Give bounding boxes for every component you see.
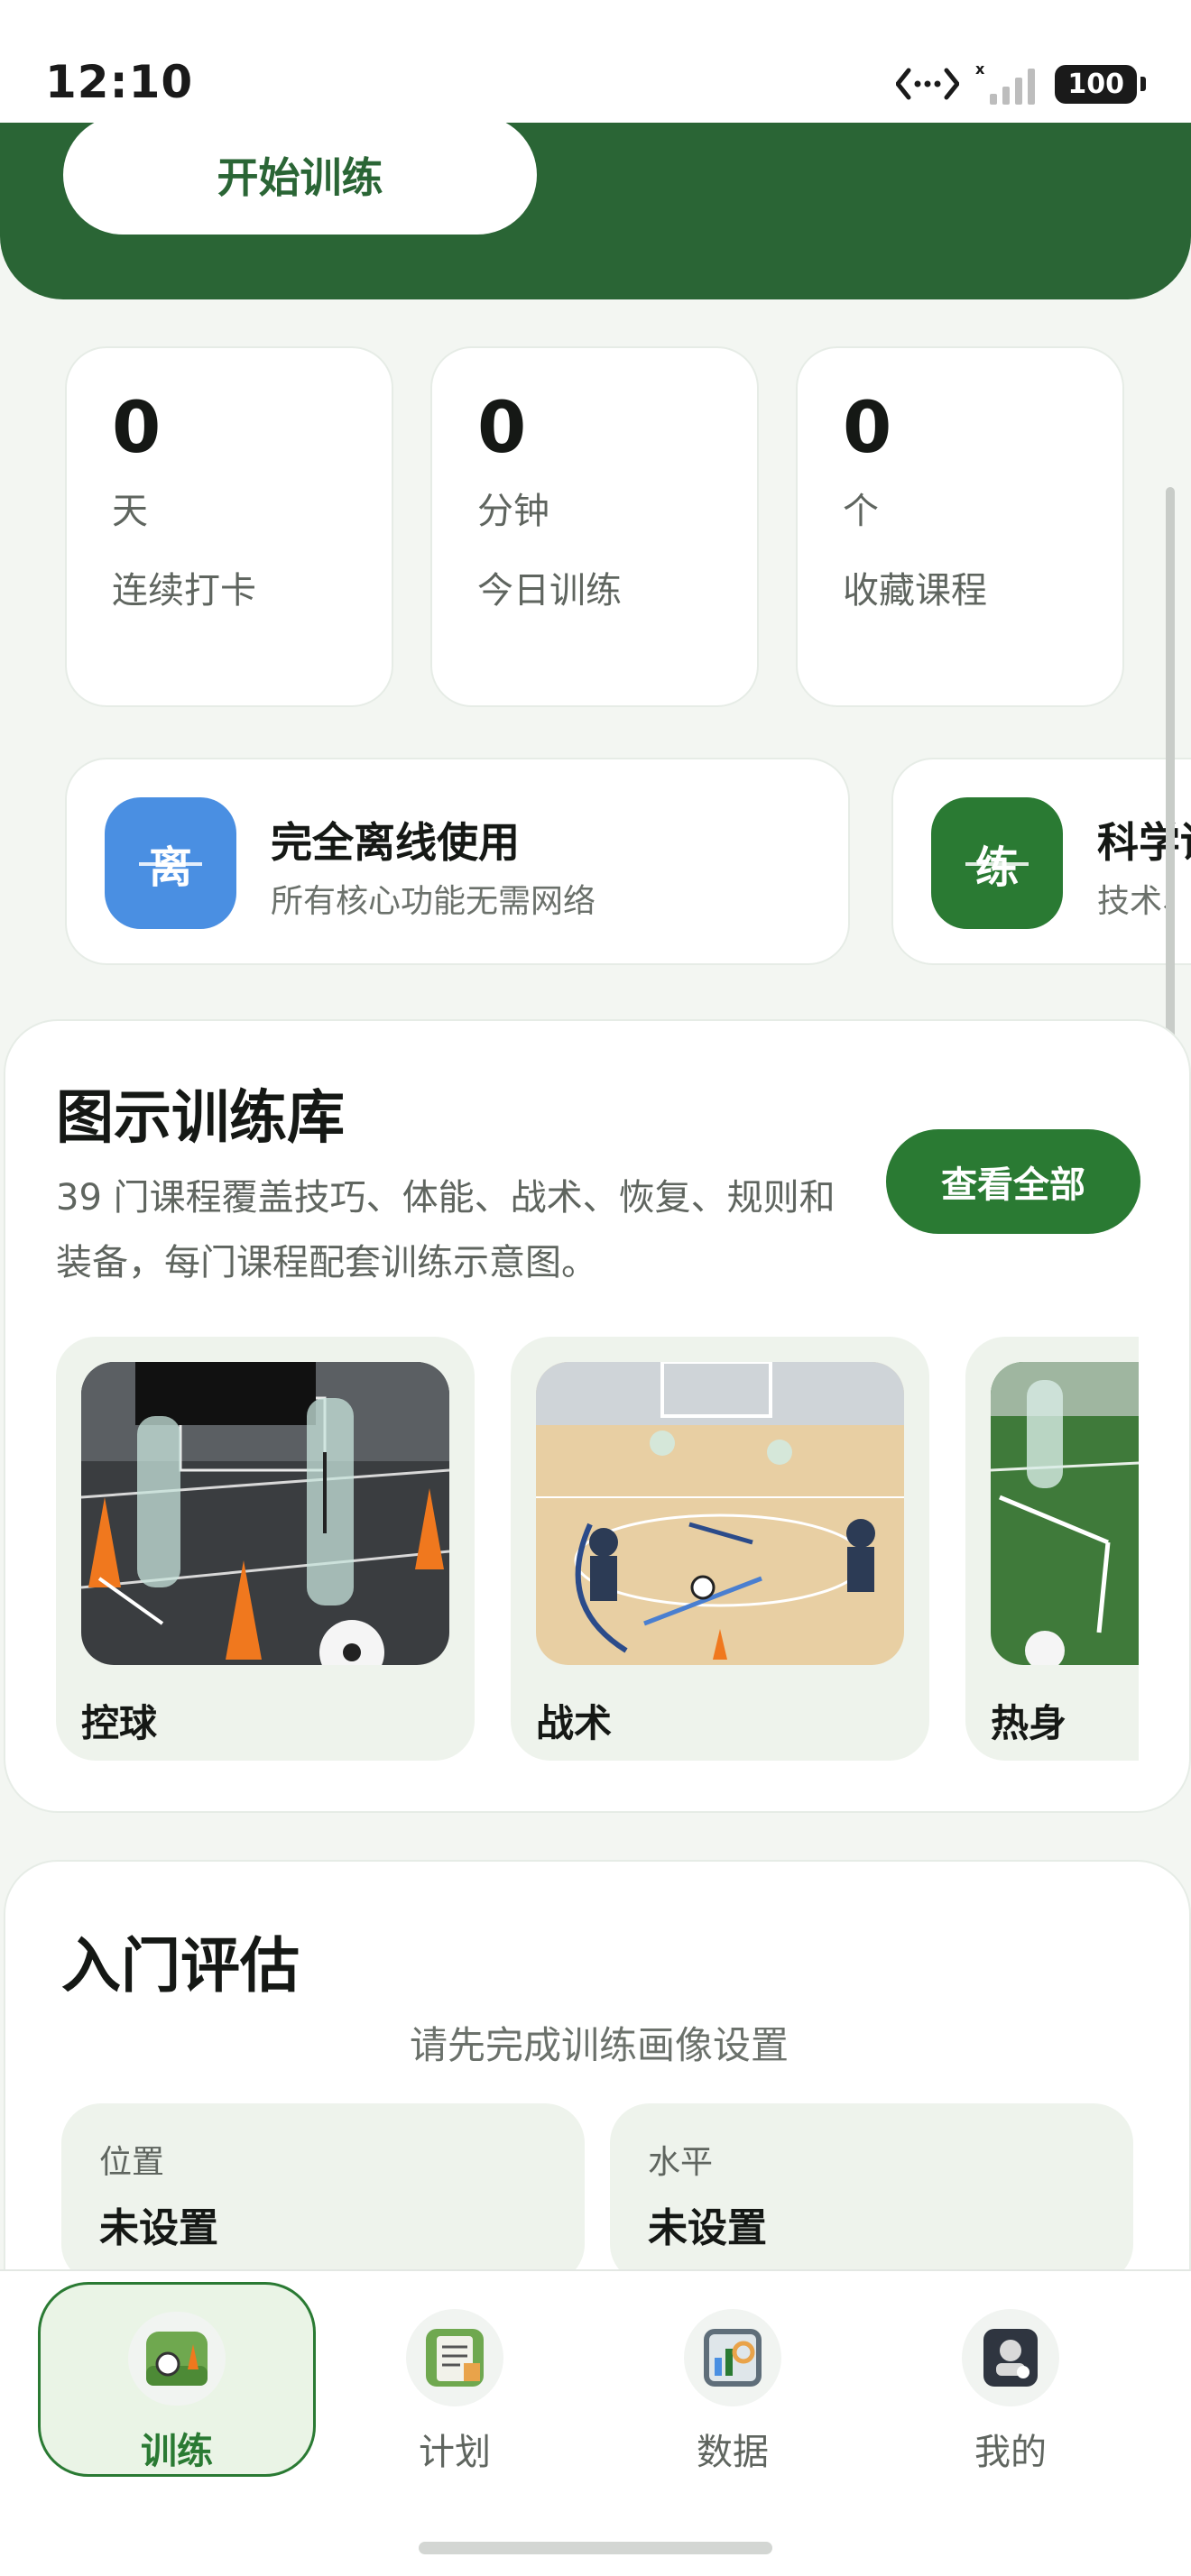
course-card-tactics[interactable]: 战术 bbox=[511, 1337, 929, 1761]
status-time: 12:10 bbox=[45, 56, 194, 108]
tab-profile[interactable]: 我的 bbox=[872, 2282, 1149, 2477]
assessment-value: 未设置 bbox=[648, 2205, 767, 2251]
tab-label: 数据 bbox=[697, 2432, 769, 2473]
stat-card-streak[interactable]: 0 天 连续打卡 bbox=[65, 346, 393, 707]
assessment-key: 水平 bbox=[648, 2144, 714, 2181]
data-icon bbox=[684, 2309, 781, 2406]
course-name: 控球 bbox=[81, 1701, 158, 1745]
course-image bbox=[81, 1362, 449, 1665]
course-carousel[interactable]: 控球 战术 热身 bbox=[56, 1337, 1139, 1770]
status-bar: 12:10 x 100 bbox=[0, 0, 1191, 123]
course-name: 热身 bbox=[991, 1701, 1067, 1745]
offline-badge-icon: 离 bbox=[105, 797, 236, 929]
stat-card-today-minutes[interactable]: 0 分钟 今日训练 bbox=[430, 346, 759, 707]
tab-label: 我的 bbox=[974, 2432, 1047, 2473]
section-description: 39 门课程覆盖技巧、体能、战术、恢复、规则和装备，每门课程配套训练示意图。 bbox=[56, 1177, 836, 1283]
plan-icon bbox=[406, 2309, 503, 2406]
status-icons: x 100 bbox=[896, 61, 1146, 106]
start-training-button[interactable]: 开始训练 bbox=[63, 115, 537, 235]
training-library-section: 图示训练库 39 门课程覆盖技巧、体能、战术、恢复、规则和装备，每门课程配套训练… bbox=[4, 1019, 1191, 1813]
stat-unit: 分钟 bbox=[477, 491, 549, 532]
assessment-item-position[interactable]: 位置 未设置 bbox=[61, 2103, 585, 2284]
feature-card-science[interactable]: 练 科学训练 技术、 bbox=[891, 758, 1191, 965]
tab-label: 训练 bbox=[141, 2431, 213, 2472]
stat-label: 今日训练 bbox=[477, 570, 622, 612]
profile-icon bbox=[962, 2309, 1059, 2406]
battery-icon: 100 bbox=[1055, 64, 1146, 104]
feature-subtitle: 所有核心功能无需网络 bbox=[271, 883, 596, 920]
home-indicator[interactable] bbox=[419, 2542, 772, 2554]
data-transfer-icon bbox=[896, 68, 960, 100]
section-title: 入门评估 bbox=[61, 1931, 300, 2001]
stat-value: 0 bbox=[843, 388, 892, 469]
assessment-hint: 请先完成训练画像设置 bbox=[409, 2023, 789, 2067]
svg-text:x: x bbox=[975, 61, 985, 78]
feature-title: 科学训练 bbox=[1097, 818, 1191, 867]
course-image bbox=[536, 1362, 904, 1665]
tab-plan[interactable]: 计划 bbox=[316, 2282, 594, 2477]
feature-title: 完全离线使用 bbox=[271, 818, 520, 867]
stat-value: 0 bbox=[477, 388, 527, 469]
section-title: 图示训练库 bbox=[56, 1085, 345, 1152]
assessment-item-level[interactable]: 水平 未设置 bbox=[610, 2103, 1133, 2284]
stat-value: 0 bbox=[112, 388, 162, 469]
signal-icon: x bbox=[975, 61, 1036, 105]
feature-subtitle: 技术、 bbox=[1097, 883, 1191, 920]
stat-unit: 个 bbox=[843, 491, 879, 532]
assessment-key: 位置 bbox=[99, 2144, 165, 2181]
stat-label: 连续打卡 bbox=[112, 570, 256, 612]
stat-card-favorites[interactable]: 0 个 收藏课程 bbox=[796, 346, 1124, 707]
tab-label: 计划 bbox=[419, 2432, 491, 2473]
stat-unit: 天 bbox=[112, 491, 148, 532]
assessment-value: 未设置 bbox=[99, 2205, 218, 2251]
tab-data[interactable]: 数据 bbox=[594, 2282, 872, 2477]
battery-level: 100 bbox=[1055, 64, 1137, 104]
stat-label: 收藏课程 bbox=[843, 570, 987, 612]
feature-card-offline[interactable]: 离 完全离线使用 所有核心功能无需网络 bbox=[65, 758, 850, 965]
course-card-warmup[interactable]: 热身 bbox=[965, 1337, 1139, 1761]
course-card-ball-control[interactable]: 控球 bbox=[56, 1337, 475, 1761]
training-badge-icon: 练 bbox=[931, 797, 1063, 929]
course-name: 战术 bbox=[536, 1701, 613, 1745]
view-all-button[interactable]: 查看全部 bbox=[886, 1129, 1140, 1234]
tab-training[interactable]: 训练 bbox=[38, 2282, 316, 2477]
course-image bbox=[991, 1362, 1139, 1665]
scrollbar[interactable] bbox=[1166, 487, 1175, 1055]
training-icon bbox=[128, 2312, 226, 2406]
